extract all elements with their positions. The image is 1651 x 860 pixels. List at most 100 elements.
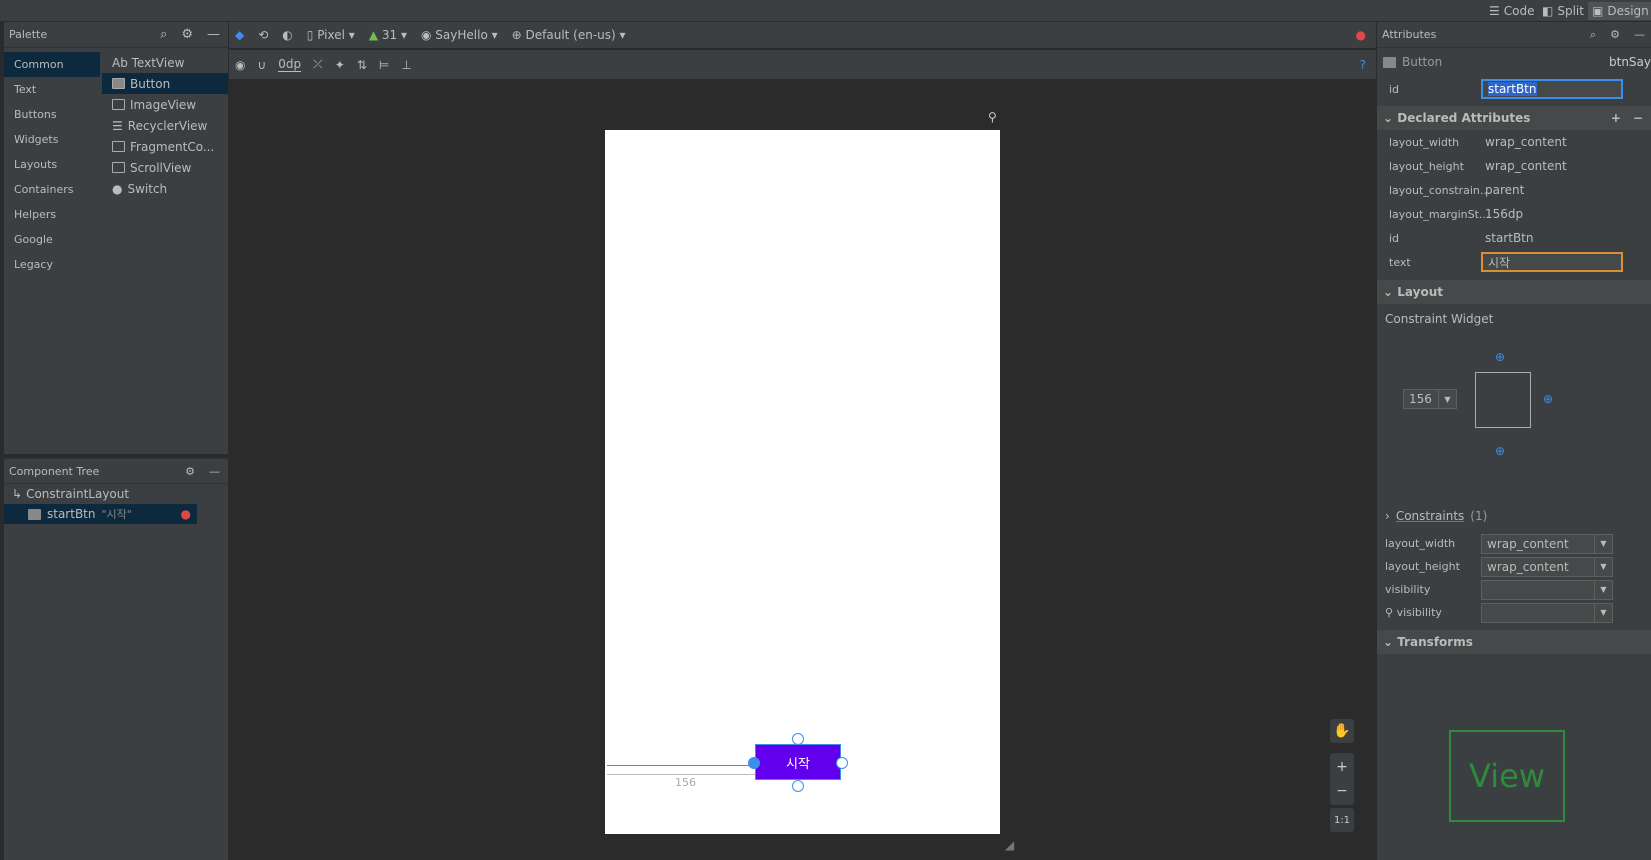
- anchor-bottom[interactable]: [792, 780, 804, 792]
- component-tree-title: Component Tree: [9, 464, 100, 478]
- constraint-layout-icon: ↳: [12, 487, 23, 501]
- constraints-section-header[interactable]: › Constraints (1): [1377, 504, 1651, 528]
- zoom-controls: + −: [1330, 753, 1354, 805]
- night-mode-icon[interactable]: ◐: [282, 28, 292, 42]
- resize-handle-icon[interactable]: ◢: [1005, 838, 1014, 852]
- guidelines-icon[interactable]: ⊥: [401, 58, 411, 72]
- component-tree-panel: Component Tree ⚙ — ↳ ConstraintLayout st…: [4, 458, 228, 860]
- locale-dropdown[interactable]: ⊕ Default (en-us) ▾: [512, 28, 626, 42]
- chevron-down-icon: ▼: [1594, 580, 1612, 599]
- layers-icon[interactable]: ◆: [235, 28, 244, 42]
- start-button[interactable]: 시작: [755, 744, 841, 780]
- add-end-constraint-icon[interactable]: ⊕: [1543, 392, 1553, 406]
- palette-categories: Common Text Buttons Widgets Layouts Cont…: [4, 52, 100, 452]
- minimize-icon[interactable]: —: [209, 465, 220, 478]
- category-helpers[interactable]: Helpers: [4, 202, 100, 227]
- declared-row: layout_height wrap_content: [1389, 159, 1567, 173]
- declared-attributes-header[interactable]: ⌄ Declared Attributes + −: [1377, 106, 1651, 130]
- chevron-down-icon: ⌄: [1383, 285, 1394, 299]
- palette-item-button[interactable]: Button: [102, 73, 228, 94]
- text-input[interactable]: 시작: [1481, 252, 1623, 272]
- zoom-out-icon[interactable]: −: [1336, 783, 1348, 799]
- code-mode-button[interactable]: ☰ Code: [1485, 2, 1539, 20]
- gear-icon[interactable]: ⚙: [1610, 28, 1620, 42]
- magnet-icon[interactable]: ∪: [257, 58, 266, 72]
- category-legacy[interactable]: Legacy: [4, 252, 100, 277]
- theme-dropdown[interactable]: ◉ SayHello ▾: [421, 28, 498, 42]
- layout-section-header[interactable]: ⌄ Layout: [1377, 280, 1651, 304]
- design-icon: ▣: [1592, 4, 1604, 18]
- api-dropdown[interactable]: ▲ 31 ▾: [369, 28, 407, 42]
- error-icon[interactable]: ●: [1356, 28, 1366, 42]
- anchor-right[interactable]: [836, 757, 848, 769]
- help-icon[interactable]: ?: [1360, 58, 1366, 72]
- category-layouts[interactable]: Layouts: [4, 152, 100, 177]
- palette-item-scrollview[interactable]: ScrollView: [102, 157, 228, 178]
- rotate-icon[interactable]: ⟲: [258, 28, 268, 42]
- declared-row: id startBtn: [1389, 231, 1534, 245]
- visibility-dropdown[interactable]: ▼: [1481, 579, 1613, 600]
- gear-icon[interactable]: ⚙: [181, 27, 193, 42]
- remove-icon[interactable]: −: [1633, 111, 1643, 125]
- palette-title: Palette: [9, 28, 48, 41]
- list-icon: ☰: [112, 118, 123, 133]
- design-mode-button[interactable]: ▣ Design: [1588, 2, 1651, 20]
- gear-icon[interactable]: ⚙: [185, 465, 195, 478]
- constraint-widget-label: Constraint Widget: [1385, 312, 1494, 326]
- transforms-section-header[interactable]: ⌄ Transforms: [1377, 630, 1651, 654]
- clear-constraints-icon[interactable]: ⤫: [313, 57, 323, 72]
- top-bar: ☰ Code ◧ Split ▣ Design: [0, 0, 1651, 22]
- default-margin[interactable]: 0dp: [278, 57, 302, 72]
- category-widgets[interactable]: Widgets: [4, 127, 100, 152]
- category-common[interactable]: Common: [4, 52, 100, 77]
- search-icon[interactable]: ⌕: [160, 27, 167, 42]
- tools-visibility-dropdown[interactable]: ▼: [1481, 602, 1613, 623]
- zoom-fit-button[interactable]: 1:1: [1330, 808, 1354, 832]
- split-mode-button[interactable]: ◧ Split: [1538, 2, 1588, 20]
- palette-item-switch[interactable]: ● Switch: [102, 178, 228, 199]
- zoom-in-icon[interactable]: +: [1336, 759, 1348, 775]
- palette-item-textview[interactable]: Ab TextView: [102, 52, 228, 73]
- chevron-down-icon: ▼: [1438, 390, 1456, 408]
- minimize-icon[interactable]: —: [207, 27, 220, 42]
- constraint-line: [607, 765, 755, 766]
- transform-view-preview: View: [1449, 730, 1565, 822]
- scroll-icon: [112, 162, 125, 173]
- category-containers[interactable]: Containers: [4, 177, 100, 202]
- palette-item-imageview[interactable]: ImageView: [102, 94, 228, 115]
- eye-icon[interactable]: ◉: [235, 58, 245, 72]
- align-icon[interactable]: ⊨: [379, 58, 389, 72]
- chevron-down-icon: ▼: [1594, 603, 1612, 622]
- pack-icon[interactable]: ⇅: [357, 58, 367, 72]
- device-dropdown[interactable]: ▯ Pixel ▾: [307, 28, 355, 42]
- margin-start-dropdown[interactable]: 156 ▼: [1403, 389, 1457, 409]
- device-screen[interactable]: [605, 130, 1000, 834]
- attributes-panel: Attributes ⌕ ⚙ — Button btnSay id startB…: [1377, 22, 1651, 860]
- constraint-widget: 156 ▼ ⊕ ⊕ ⊕: [1377, 334, 1651, 504]
- split-icon: ◧: [1542, 4, 1554, 18]
- search-icon[interactable]: ⌕: [1590, 28, 1596, 42]
- infer-constraints-icon[interactable]: ✦: [335, 58, 345, 72]
- palette-item-recyclerview[interactable]: ☰ RecyclerView: [102, 115, 228, 136]
- palette-item-fragment[interactable]: FragmentCo...: [102, 136, 228, 157]
- wrench-icon: ⚲: [1385, 606, 1394, 619]
- category-text[interactable]: Text: [4, 77, 100, 102]
- wrench-icon[interactable]: ⚲: [988, 110, 997, 124]
- layout-width-dropdown[interactable]: wrap_content ▼: [1481, 533, 1613, 554]
- layout-height-dropdown[interactable]: wrap_content ▼: [1481, 556, 1613, 577]
- tree-node-root[interactable]: ↳ ConstraintLayout: [4, 484, 228, 504]
- add-top-constraint-icon[interactable]: ⊕: [1495, 350, 1505, 364]
- anchor-top[interactable]: [792, 733, 804, 745]
- anchor-left[interactable]: [748, 757, 760, 769]
- add-icon[interactable]: +: [1611, 111, 1621, 125]
- minimize-icon[interactable]: —: [1634, 28, 1645, 42]
- pan-icon[interactable]: ✋: [1330, 719, 1354, 743]
- id-input[interactable]: startBtn: [1481, 79, 1623, 99]
- tree-node-startbtn[interactable]: startBtn "시작" ●: [4, 504, 197, 524]
- widget-header: Button btnSay: [1377, 48, 1651, 76]
- add-bottom-constraint-icon[interactable]: ⊕: [1495, 444, 1505, 458]
- declared-row: layout_constrain... parent: [1389, 183, 1525, 197]
- error-icon[interactable]: ●: [181, 507, 191, 521]
- category-google[interactable]: Google: [4, 227, 100, 252]
- category-buttons[interactable]: Buttons: [4, 102, 100, 127]
